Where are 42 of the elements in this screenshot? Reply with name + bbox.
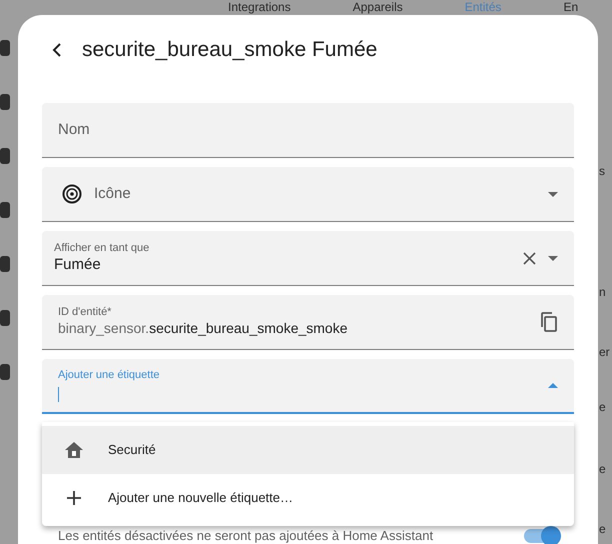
list-icon bbox=[0, 256, 10, 272]
caret-icon[interactable] bbox=[548, 256, 558, 260]
icon-picker-field[interactable]: Icône bbox=[42, 167, 574, 222]
row-text: e bbox=[599, 522, 606, 536]
field-value: binary_sensor.securite_bureau_smoke_smoke bbox=[58, 320, 349, 338]
menu-item[interactable]: Securité bbox=[42, 426, 574, 474]
list-icon bbox=[0, 310, 10, 326]
list-icon bbox=[0, 202, 10, 218]
row-text: s bbox=[599, 164, 605, 178]
menu-item[interactable]: Ajouter une nouvelle étiquette… bbox=[42, 474, 574, 522]
tab[interactable]: Appareils bbox=[352, 0, 403, 15]
toggle-switch[interactable] bbox=[524, 529, 558, 543]
field-label: Nom bbox=[58, 120, 90, 140]
field-label: Ajouter une étiquette bbox=[58, 369, 161, 383]
entity-id-field[interactable]: ID d'entité* binary_sensor.securite_bureau_smoke_smoke bbox=[42, 295, 574, 350]
plus-icon bbox=[66, 490, 82, 506]
tab[interactable]: Integrations bbox=[228, 0, 291, 15]
field-label: ID d'entité* bbox=[58, 306, 112, 320]
close-icon[interactable] bbox=[523, 252, 536, 264]
row-text: er bbox=[599, 345, 610, 359]
caret-icon[interactable] bbox=[548, 383, 558, 388]
row-text: e bbox=[599, 462, 606, 476]
list-icon bbox=[0, 40, 10, 56]
copy-icon[interactable] bbox=[540, 312, 558, 332]
caret-icon[interactable] bbox=[548, 192, 558, 196]
list-icon bbox=[0, 148, 10, 164]
list-icon bbox=[0, 94, 10, 110]
field-value: Fumée bbox=[54, 256, 102, 274]
row-text: n bbox=[599, 285, 606, 299]
smoke-detector-icon bbox=[62, 184, 82, 204]
list-icon bbox=[0, 364, 10, 380]
display-as-select[interactable]: Afficher en tant que Fumée bbox=[42, 231, 574, 286]
back-icon[interactable] bbox=[52, 43, 62, 57]
house-icon bbox=[64, 441, 84, 459]
tab[interactable]: En bbox=[563, 0, 578, 15]
field-label: Icône bbox=[94, 184, 132, 204]
dialog-title: securite_bureau_smoke Fumée bbox=[82, 37, 378, 64]
field-label: Afficher en tant que bbox=[54, 242, 150, 256]
name-field[interactable]: Nom bbox=[42, 103, 574, 158]
label-combo-field[interactable]: Ajouter une étiquette bbox=[42, 359, 574, 414]
row-text: e bbox=[599, 400, 606, 414]
enabled-description: Les entités désactivées ne seront pas ajoutées à Home Assistant bbox=[58, 528, 434, 543]
